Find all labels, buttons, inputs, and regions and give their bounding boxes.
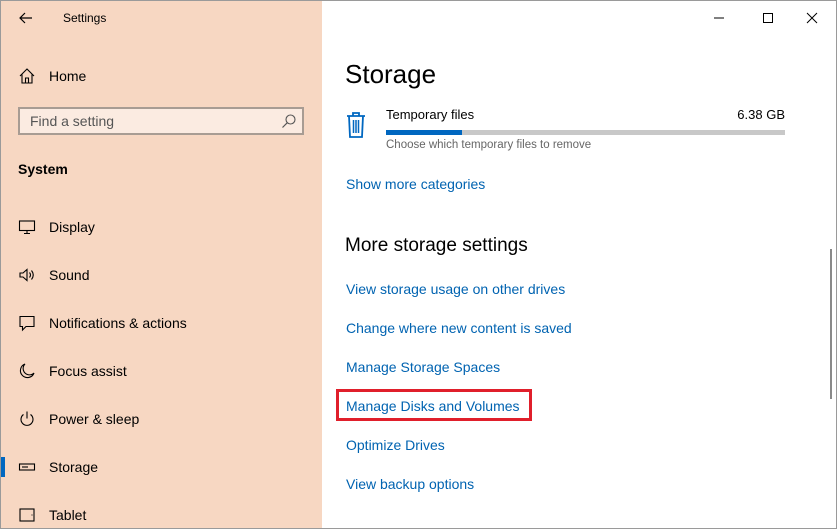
sidebar-item-label: Storage [49,459,99,475]
sidebar-item-tablet[interactable]: Tablet [1,499,322,528]
sidebar-item-storage[interactable]: Storage [1,451,322,483]
usage-bar [386,130,785,135]
more-storage-settings-heading: More storage settings [345,235,528,256]
manage-disks-volumes-link[interactable]: Manage Disks and Volumes [346,398,520,414]
search-box[interactable] [18,107,304,135]
sound-icon [19,268,34,282]
view-storage-usage-link[interactable]: View storage usage on other drives [346,281,565,297]
back-arrow-icon [19,12,32,24]
sidebar-item-label: Power & sleep [49,411,140,427]
home-label: Home [49,68,87,84]
back-button[interactable] [15,7,37,29]
home-icon [19,68,35,84]
power-icon [20,411,34,426]
scrollbar[interactable] [830,249,832,399]
sidebar-item-label: Display [49,219,95,235]
storage-icon [18,463,36,471]
minimize-icon [714,17,724,19]
optimize-drives-link[interactable]: Optimize Drives [346,437,445,453]
sidebar-item-display[interactable]: Display [1,211,322,243]
close-icon [806,12,818,24]
usage-bar-fill [386,130,462,135]
sidebar-item-label: Sound [49,267,90,283]
settings-window: Settings Home System Display Sound Notif… [0,0,837,529]
search-icon[interactable] [280,112,298,130]
sidebar-item-notifications[interactable]: Notifications & actions [1,307,322,339]
manage-storage-spaces-link[interactable]: Manage Storage Spaces [346,359,500,375]
sidebar-item-power-sleep[interactable]: Power & sleep [1,403,322,435]
category-description: Choose which temporary files to remove [386,139,592,151]
page-title: Storage [345,59,437,89]
sidebar: Settings Home System Display Sound Notif… [1,1,322,528]
temporary-files-row[interactable]: Temporary files 6.38 GB Choose which tem… [345,105,785,155]
show-more-categories-link[interactable]: Show more categories [346,176,485,192]
sidebar-item-focus-assist[interactable]: Focus assist [1,355,322,387]
tablet-icon [19,508,35,522]
section-title: System [18,161,68,177]
selection-indicator [1,457,5,477]
change-save-location-link[interactable]: Change where new content is saved [346,320,572,336]
notifications-icon [19,315,35,332]
minimize-button[interactable] [705,5,733,31]
sidebar-item-label: Focus assist [49,363,127,379]
app-title: Settings [63,11,107,25]
maximize-button[interactable] [754,5,782,31]
trash-icon [347,112,365,138]
category-size: 6.38 GB [737,107,785,122]
maximize-icon [763,13,773,23]
sidebar-item-label: Notifications & actions [49,315,187,331]
view-backup-options-link[interactable]: View backup options [346,476,474,492]
category-name: Temporary files [386,107,475,122]
search-input[interactable] [20,109,270,133]
home-item[interactable]: Home [1,63,322,89]
display-icon [18,220,36,235]
close-button[interactable] [798,5,826,31]
sidebar-item-sound[interactable]: Sound [1,259,322,291]
sidebar-item-label: Tablet [49,507,87,523]
moon-icon [19,363,35,379]
